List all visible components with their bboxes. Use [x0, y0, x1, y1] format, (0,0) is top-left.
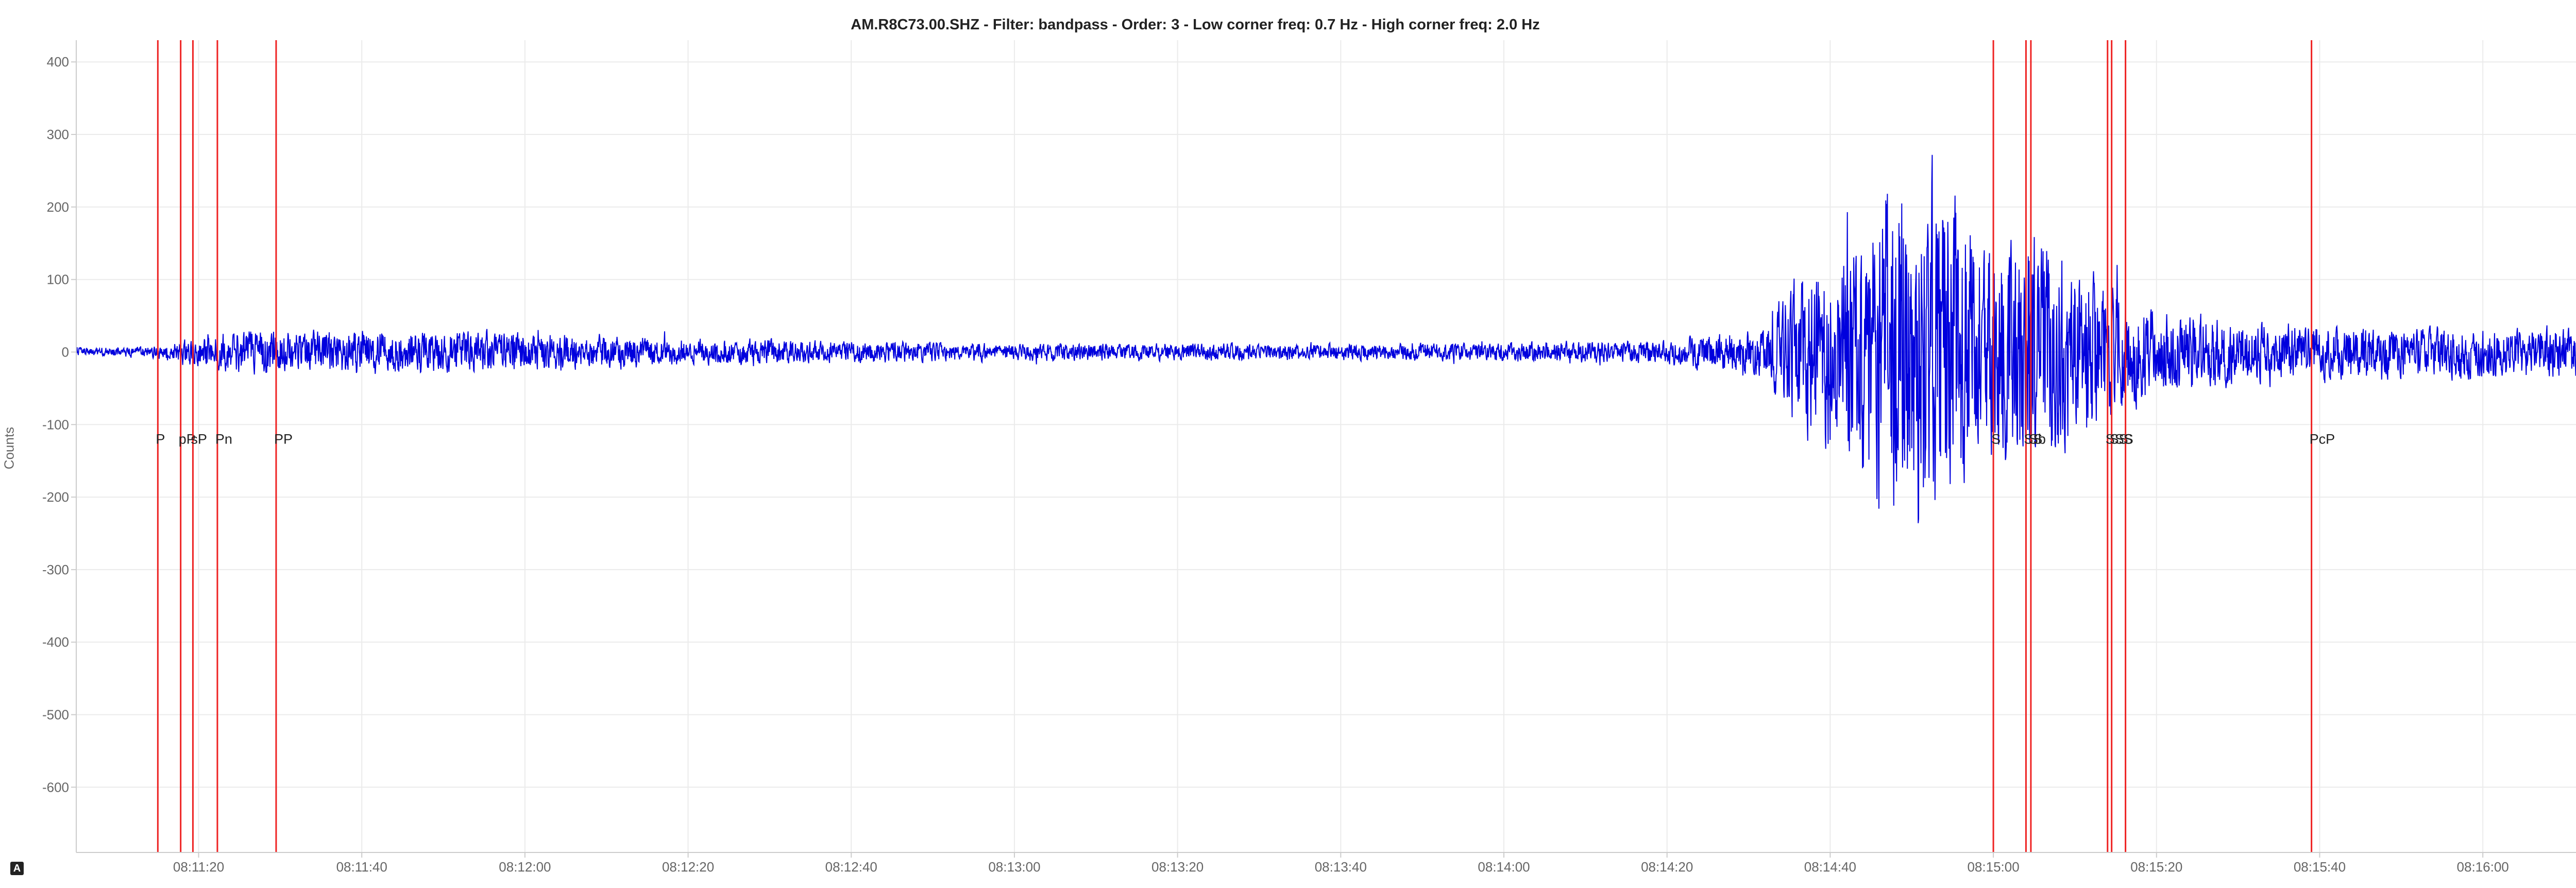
y-tick-label: -600: [42, 779, 69, 795]
phase-markers: PpPsP Pn PP S SSSb SSSSSS PcP: [156, 40, 2335, 852]
y-tick-label: -500: [42, 707, 69, 722]
y-tick-label: 100: [47, 272, 69, 287]
x-tick-label: 08:12:00: [499, 859, 551, 875]
x-tick-label: 08:12:40: [825, 859, 877, 875]
y-tick-label: 0: [62, 344, 69, 360]
x-tick-label: 08:15:20: [2130, 859, 2182, 875]
y-tick-label: -300: [42, 562, 69, 577]
x-tick-label: 08:16:00: [2457, 859, 2509, 875]
y-tick-label: -400: [42, 635, 69, 650]
waveform: [76, 155, 2576, 523]
x-tick-label: 08:13:40: [1315, 859, 1367, 875]
waveform-line: [76, 155, 2576, 523]
axes: [76, 40, 2576, 853]
x-tick-label: 08:15:40: [2294, 859, 2346, 875]
phase-marker-label: sP: [191, 431, 207, 447]
x-axis-ticks: 08:11:20 08:11:40 08:12:00 08:12:20 08:12:40…: [173, 852, 2509, 875]
grid: [76, 40, 2576, 852]
x-tick-label: 08:11:20: [173, 859, 224, 875]
phase-marker-label: S: [2124, 431, 2133, 447]
phase-marker-label: PP: [274, 431, 293, 447]
x-tick-label: 08:13:20: [1151, 859, 1204, 875]
y-tick-label: 400: [47, 54, 69, 70]
x-tick-label: 08:11:40: [336, 859, 387, 875]
x-tick-label: 08:14:20: [1641, 859, 1693, 875]
x-tick-label: 08:14:00: [1478, 859, 1530, 875]
attribution-badge[interactable]: A: [10, 862, 24, 875]
x-tick-label: 08:13:00: [988, 859, 1040, 875]
y-tick-label: -200: [42, 489, 69, 505]
x-tick-label: 08:12:20: [662, 859, 714, 875]
y-tick-label: 200: [47, 199, 69, 215]
seismogram-chart: AM.R8C73.00.SHZ - Filter: bandpass - Ord…: [0, 0, 2576, 888]
phase-marker-label: Pn: [215, 431, 232, 447]
x-tick-label: 08:14:40: [1804, 859, 1856, 875]
x-tick-label: 08:15:00: [1967, 859, 2019, 875]
y-tick-label: -100: [42, 417, 69, 432]
phase-marker-label: P: [156, 431, 165, 447]
plot-area: 400 300 200 100 0 -100 -200 -300 -400 -500 -600 08…: [42, 40, 2576, 875]
phase-marker-label: S: [1991, 431, 2001, 447]
phase-marker-label: Sb: [2029, 431, 2046, 447]
phase-marker-label: PcP: [2310, 431, 2335, 447]
y-tick-label: 300: [47, 127, 69, 142]
y-axis-ticks: 400 300 200 100 0 -100 -200 -300 -400 -500 -600: [42, 54, 76, 795]
